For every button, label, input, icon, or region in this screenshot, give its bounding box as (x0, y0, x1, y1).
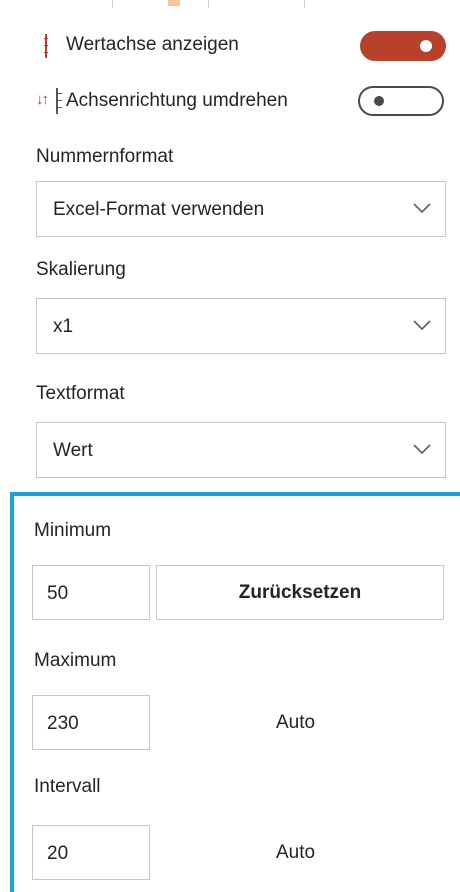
text-format-value: Wert (53, 440, 93, 461)
scaling-label: Skalierung (36, 259, 126, 280)
value-axis-icon (44, 34, 48, 58)
minimum-input[interactable]: 50 (32, 565, 150, 620)
number-format-dropdown[interactable]: Excel-Format verwenden (36, 181, 446, 237)
interval-input[interactable]: 20 (32, 825, 150, 880)
text-format-label: Textformat (36, 383, 125, 404)
maximum-input[interactable]: 230 (32, 695, 150, 750)
chevron-down-icon (413, 320, 431, 331)
number-format-label: Nummernformat (36, 146, 174, 167)
reverse-axis-label: Achsenrichtung umdrehen (66, 90, 288, 111)
minimum-label: Minimum (34, 520, 112, 541)
interval-label: Intervall (34, 776, 101, 797)
scaling-dropdown[interactable]: x1 (36, 298, 446, 354)
divider (112, 0, 113, 8)
maximum-value: 230 (47, 713, 79, 734)
interval-auto-label: Auto (276, 842, 316, 863)
minimum-value: 50 (47, 583, 69, 604)
chevron-down-icon (413, 203, 431, 214)
maximum-auto-label: Auto (276, 712, 316, 733)
text-format-dropdown[interactable]: Wert (36, 422, 446, 478)
reverse-axis-icon: ↓↑ (36, 88, 64, 114)
reset-button[interactable]: Zurücksetzen (156, 565, 444, 620)
show-axis-label: Wertachse anzeigen (66, 34, 239, 55)
chevron-down-icon (413, 444, 431, 455)
divider (304, 0, 305, 8)
divider (208, 0, 209, 8)
toggle-knob (374, 96, 384, 106)
top-strip (0, 0, 460, 8)
reverse-axis-toggle[interactable] (358, 86, 444, 116)
show-axis-toggle[interactable] (360, 31, 446, 61)
toggle-knob (420, 40, 432, 52)
scaling-value: x1 (53, 316, 74, 337)
maximum-label: Maximum (34, 650, 117, 671)
panel-left-border (10, 492, 14, 892)
accent-mark (168, 0, 180, 6)
panel-top-border (14, 492, 460, 496)
number-format-value: Excel-Format verwenden (53, 199, 265, 220)
interval-value: 20 (47, 843, 69, 864)
